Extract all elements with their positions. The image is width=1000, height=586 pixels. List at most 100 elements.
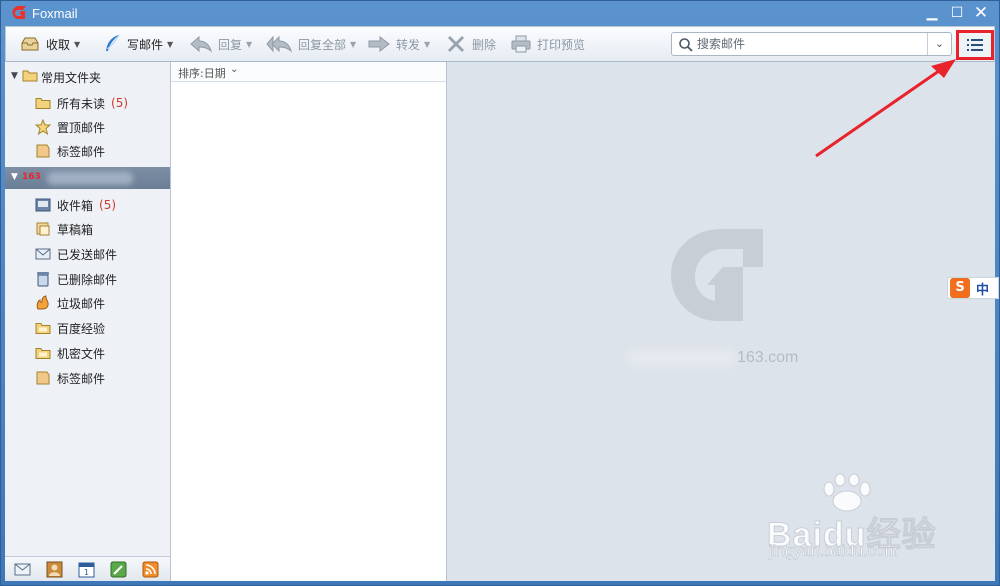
chevron-down-icon: ▼ xyxy=(350,39,357,49)
chevron-down-icon[interactable]: ⌄ xyxy=(230,64,238,75)
folder-label: 草稿箱 xyxy=(57,222,94,237)
chevron-down-icon[interactable]: ▼ xyxy=(167,40,173,49)
star-icon xyxy=(35,119,51,135)
reply-icon xyxy=(190,35,212,53)
chevron-down-icon: ▼ xyxy=(246,39,253,49)
folder-inbox[interactable]: 收件箱 (5) xyxy=(5,194,170,216)
ime-mode-label: 中 xyxy=(976,282,990,298)
folder-icon xyxy=(22,70,38,82)
rss-icon[interactable] xyxy=(142,561,159,578)
folder-icon xyxy=(35,348,51,359)
tag-icon xyxy=(36,371,50,385)
app-title: Foxmail xyxy=(32,6,78,21)
folder-spam[interactable]: 垃圾邮件 xyxy=(5,292,170,314)
minimize-button[interactable]: ▁ xyxy=(922,4,942,22)
folder-label: 标签邮件 xyxy=(57,371,106,386)
message-list[interactable]: 排序:日期 ⌄ xyxy=(171,62,447,581)
maximize-button[interactable]: ☐ xyxy=(947,4,967,22)
preview-email-suffix: 163.com xyxy=(737,349,799,366)
receive-mail-icon xyxy=(21,37,39,51)
sidebar-bottom-bar: 1 xyxy=(5,556,170,581)
draft-icon xyxy=(36,222,50,236)
folder-sent[interactable]: 已发送邮件 xyxy=(5,243,170,265)
account-name-redacted xyxy=(47,172,133,185)
folder-icon xyxy=(35,98,51,109)
contacts-icon[interactable] xyxy=(46,561,63,578)
close-button[interactable]: ✕ xyxy=(971,4,991,22)
reply-label: 回复 xyxy=(218,37,243,52)
folder-starred[interactable]: 置顶邮件 xyxy=(5,116,170,138)
receive-label: 收取 xyxy=(46,37,71,52)
reply-all-icon xyxy=(266,35,292,53)
chevron-down-icon: ▼ xyxy=(424,39,431,49)
foxmail-logo-icon xyxy=(12,5,26,19)
list-menu-icon xyxy=(967,39,983,51)
compose-button[interactable]: 写邮件 ▼ xyxy=(103,27,173,61)
main-menu-button[interactable] xyxy=(956,30,994,60)
delete-button[interactable]: 删除 xyxy=(446,27,496,61)
folder-label: 百度经验 xyxy=(57,321,106,336)
email-prefix-redacted xyxy=(627,349,737,367)
receive-button[interactable]: 收取 ▼ xyxy=(20,27,80,61)
inbox-icon xyxy=(35,198,51,212)
ime-indicator[interactable]: S 中 xyxy=(947,277,999,299)
folder-account-tagged[interactable]: 标签邮件 xyxy=(5,367,170,389)
folder-tagged[interactable]: 标签邮件 xyxy=(5,140,170,162)
folder-label: 机密文件 xyxy=(57,346,106,361)
folder-label: 置顶邮件 xyxy=(57,120,106,135)
notes-icon[interactable] xyxy=(110,561,127,578)
folder-sidebar: ▼ 常用文件夹 所有未读 (5) 置顶邮件 标签邮件 ▼ 163 收件箱 (5)… xyxy=(5,62,171,581)
reply-all-label: 回复全部 xyxy=(298,37,347,52)
expand-triangle-icon[interactable]: ▼ xyxy=(11,172,18,182)
folder-drafts[interactable]: 草稿箱 xyxy=(5,218,170,240)
reply-button[interactable]: 回复 ▼ xyxy=(190,27,252,61)
unread-count: (5) xyxy=(99,198,117,212)
compose-label: 写邮件 xyxy=(127,37,164,52)
folder-label: 收件箱 xyxy=(57,198,94,213)
common-folders-label: 常用文件夹 xyxy=(41,71,102,85)
watermark-url: jingyan.baidu.com xyxy=(769,543,898,561)
search-box: ⌄ xyxy=(671,32,952,56)
account-163-badge: 163 xyxy=(22,172,41,182)
folder-icon xyxy=(35,323,51,334)
sogou-ime-icon: S xyxy=(950,278,970,298)
reply-all-button[interactable]: 回复全部 ▼ xyxy=(266,27,356,61)
sent-icon xyxy=(35,248,51,260)
delete-label: 删除 xyxy=(472,37,497,52)
delete-x-icon xyxy=(447,35,465,53)
expand-triangle-icon[interactable]: ▼ xyxy=(11,71,18,81)
sort-bar[interactable]: 排序:日期 ⌄ xyxy=(171,62,446,82)
account-163-row[interactable]: ▼ 163 xyxy=(5,167,170,189)
folder-deleted[interactable]: 已删除邮件 xyxy=(5,268,170,290)
feather-pen-icon xyxy=(106,34,120,51)
svg-text:1: 1 xyxy=(84,568,89,577)
calendar-icon[interactable]: 1 xyxy=(78,561,95,578)
search-dropdown-chevron-icon[interactable]: ⌄ xyxy=(927,33,951,55)
print-preview-label: 打印预览 xyxy=(537,37,586,52)
folder-baidu-jingyan[interactable]: 百度经验 xyxy=(5,317,170,339)
folder-all-unread[interactable]: 所有未读 (5) xyxy=(5,92,170,114)
folder-label: 垃圾邮件 xyxy=(57,296,106,311)
folder-label: 已发送邮件 xyxy=(57,247,118,262)
common-folders-group[interactable]: ▼ 常用文件夹 xyxy=(5,65,170,87)
folder-label: 已删除邮件 xyxy=(57,272,118,287)
folder-label: 所有未读 xyxy=(57,96,106,111)
unread-count: (5) xyxy=(111,96,129,110)
search-input[interactable] xyxy=(697,34,922,54)
title-bar: Foxmail ▁ ☐ ✕ xyxy=(1,1,999,26)
sort-label[interactable]: 排序:日期 xyxy=(178,65,226,81)
trash-icon xyxy=(37,272,49,287)
printer-icon xyxy=(511,35,531,53)
forward-label: 转发 xyxy=(396,37,421,52)
annotation-arrow xyxy=(815,59,956,158)
spam-icon xyxy=(36,295,49,310)
chevron-down-icon[interactable]: ▼ xyxy=(74,40,80,49)
print-preview-button[interactable]: 打印预览 xyxy=(511,27,585,61)
mail-icon[interactable] xyxy=(14,561,31,578)
baidu-watermark: Baidu经验 jingyan.baidu.com xyxy=(761,471,961,571)
forward-arrow-icon xyxy=(368,35,390,53)
folder-confidential[interactable]: 机密文件 xyxy=(5,342,170,364)
foxmail-watermark-logo-icon xyxy=(671,229,763,321)
foxmail-window: Foxmail ▁ ☐ ✕ 收取 ▼ 写邮件 ▼ 回复 ▼ 回复全部 ▼ 转发 … xyxy=(0,0,1000,586)
forward-button[interactable]: 转发 ▼ xyxy=(368,27,430,61)
